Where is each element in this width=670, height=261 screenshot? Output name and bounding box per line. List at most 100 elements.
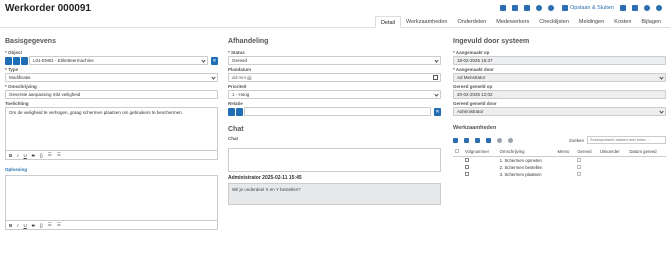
bullet-list-icon[interactable]: ☰ [57,152,61,158]
row-omschrijving: Schermen bestellen [504,164,543,170]
row-checkbox[interactable] [463,164,498,171]
list-icon[interactable] [486,137,491,143]
save-close-label: Opslaan & Sluiten [569,5,614,11]
column-header[interactable]: Datum gereed [627,148,666,157]
relatie-row: ✕ [228,107,441,116]
table-row[interactable]: 1. Schermen opmeten [453,156,666,164]
column-header[interactable]: Uitvoerder [597,148,628,157]
calendar-icon[interactable] [433,75,438,80]
clear-object-button[interactable]: ✕ [211,56,218,65]
folder-icon[interactable] [464,137,469,143]
phone-icon[interactable] [535,5,542,11]
column-header[interactable]: Volgnummer [462,148,498,157]
chevron-down-icon [659,75,664,80]
row-gereed-checkbox[interactable] [575,164,598,171]
clear-relatie-button[interactable]: ✕ [434,107,441,116]
row-nr: 3 [499,171,503,177]
tab-onderdelen[interactable]: Onderdelen [452,16,492,28]
folder-icon[interactable] [228,107,235,116]
bullet-list-icon[interactable]: ☰ [57,222,61,228]
refresh-icon[interactable] [508,137,513,143]
underline-button[interactable]: U [24,153,27,158]
undo-icon[interactable] [644,5,650,11]
tab-werkzaamheden[interactable]: Werkzaamheden [401,16,453,28]
settings-icon[interactable] [497,137,502,143]
tab-bijlagen[interactable]: Bijlagen [636,16,666,28]
gereed-op-field: 20-02-2025 12:02 [453,90,666,99]
italic-button[interactable]: I [17,223,18,228]
oplossing-editor[interactable] [5,175,218,221]
row-checkbox[interactable] [463,156,498,164]
row-checkbox[interactable] [463,171,498,178]
list-icon[interactable] [499,5,506,11]
info-icon[interactable] [236,107,243,116]
hierarchy-icon[interactable] [13,56,20,65]
chat-message: Wil je onderdeel X en Y bestellen? [228,183,441,205]
status-value: Gereed [232,58,248,63]
floppy-icon[interactable] [620,5,626,11]
underline-button[interactable]: U [24,223,27,228]
chat-message-author: Administrator 2025-02-11 15:45 [228,175,302,181]
delete-icon[interactable] [475,137,480,143]
chat-input[interactable] [228,148,441,172]
bold-button[interactable]: B [9,223,12,228]
bold-button[interactable]: B [9,153,12,158]
status-select[interactable]: Gereed [228,56,441,65]
row-omschrijving: Schermen plaatsen [504,171,542,177]
object-value: L01-EM01 - Etiketteermachine [33,58,94,63]
save-close-button[interactable]: Opslaan & Sluiten [561,5,614,11]
refresh-icon[interactable] [656,5,662,11]
strike-button[interactable]: S [32,153,35,158]
mail-icon[interactable] [523,5,530,11]
chevron-down-icon [434,92,439,97]
chevron-down-icon [201,58,206,63]
column-header[interactable]: Memo [555,148,576,157]
object-row: L01-EM01 - Etiketteermachine ✕ [5,56,218,65]
object-select[interactable]: L01-EM01 - Etiketteermachine [29,56,208,65]
ordered-list-icon[interactable]: ☰ [48,152,52,158]
folder-icon[interactable] [5,56,12,65]
toelichting-editor[interactable]: Om de veiligheid te verhogen, graag sche… [5,107,218,151]
row-gereed-checkbox[interactable] [575,171,598,178]
tab-checklijsten[interactable]: Checklijsten [534,16,574,28]
delete-icon[interactable] [632,5,638,11]
type-select[interactable]: Modificatie [5,73,218,82]
chat-heading: Chat [228,126,244,133]
print-icon[interactable] [511,5,518,11]
add-icon[interactable] [453,137,458,143]
plandatum-input[interactable]: dd-mm-jjjj [228,73,441,82]
omschrijving-input[interactable]: Geverste aanpassing mbt veiligheid [5,90,218,99]
werkzaamheden-heading: Werkzaamheden [453,125,497,131]
systeem-section: Ingevuld door systeem Aangemaakt op 18-0… [453,38,666,178]
toolbar: Opslaan & Sluiten [494,5,662,11]
table-row[interactable]: 2. Schermen bestellen [453,164,666,171]
search-area: Zoeken Zoekopdracht starten met enter ..… [569,136,666,144]
strike-button[interactable]: S [32,223,35,228]
prioriteit-select[interactable]: 1 - Hoog [228,90,441,99]
oplossing-label: Oplossing [5,167,28,172]
table-row[interactable]: 3. Schermen plaatsen [453,171,666,178]
tab-detail[interactable]: Detail [374,16,401,28]
select-all-checkbox[interactable] [453,148,463,157]
italic-button[interactable]: I [17,153,18,158]
werkzaamheden-toolbar: Zoeken Zoekopdracht starten met enter ..… [453,136,666,144]
relatie-input[interactable] [244,107,431,116]
chevron-down-icon [659,109,664,114]
check-icon[interactable] [547,5,554,11]
afhandeling-section: Afhandeling Status Gereed Plandatum dd-m… [228,38,441,205]
page-title: Werkorder 000091 [5,3,91,14]
search-input[interactable]: Zoekopdracht starten met enter ... [587,136,666,144]
toelichting-toolbar: B I U S {} ☰ ☰ [5,151,218,160]
code-button[interactable]: {} [40,153,43,158]
tab-kosten[interactable]: Kosten [609,16,637,28]
row-gereed-checkbox[interactable] [575,156,598,164]
tab-medewerkers[interactable]: Medewerkers [491,16,535,28]
ordered-list-icon[interactable]: ☰ [48,222,52,228]
tab-meldingen[interactable]: Meldingen [573,16,610,28]
search-label: Zoeken [568,137,584,143]
row-nr: 2 [499,164,503,170]
code-button[interactable]: {} [40,223,43,228]
column-header[interactable]: Gereed [575,148,598,157]
column-header[interactable]: Omschrijving [497,148,556,157]
info-icon[interactable] [21,56,28,65]
